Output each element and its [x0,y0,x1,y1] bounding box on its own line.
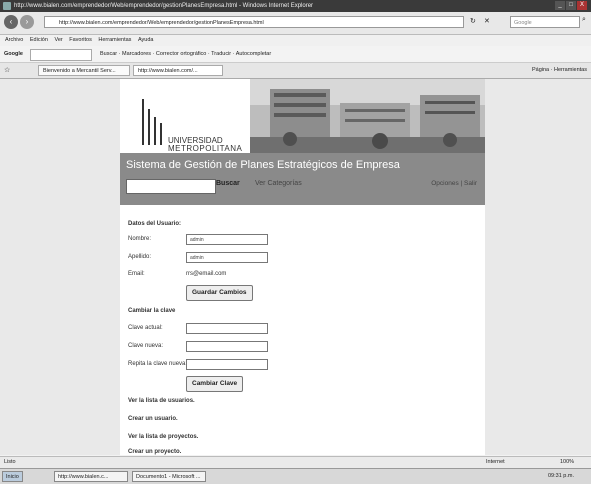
tab-mercantil[interactable]: Bienvenido a Mercantil Serv... [38,65,130,76]
menu-herramientas[interactable]: Herramientas [98,37,131,43]
password-section-title: Cambiar la clave [128,308,176,314]
university-logo-text: UNIVERSIDAD METROPOLITANA [168,137,242,153]
window-title: http://www.bialen.com/emprendedor/Web/em… [14,3,314,9]
forward-icon[interactable]: › [20,15,34,29]
browser-viewport: UNIVERSIDAD METROPOLITANA Sistema de Ges… [0,79,591,455]
taskbar-ie-window[interactable]: http://www.bialen.c... [54,471,128,482]
taskbar-clock: 09:31 p.m. [548,473,574,479]
system-header: Sistema de Gestión de Planes Estratégico… [120,153,485,205]
lastname-label: Apellido: [128,254,152,260]
search-icon[interactable]: ⌕ [582,16,586,24]
favorites-star-icon[interactable]: ☆ [4,63,10,78]
menu-bar: Archivo Edición Ver Favoritos Herramient… [0,35,591,46]
taskbar-word-window[interactable]: Documento1 - Microsoft ... [132,471,206,482]
minimize-button[interactable]: _ [555,1,565,10]
user-data-title: Datos del Usuario: [128,221,182,227]
status-text: Listo [4,459,16,465]
name-field[interactable]: admin [186,234,268,245]
google-toolbar: Google Buscar · Marcadores · Corrector o… [0,46,591,63]
start-button[interactable]: Inicio [2,471,23,482]
name-label: Nombre: [128,236,152,242]
menu-edicion[interactable]: Edición [30,37,48,43]
email-label: Email: [128,271,145,277]
current-password-field[interactable] [186,323,268,334]
header-search-button[interactable]: Buscar [216,180,240,187]
menu-ver[interactable]: Ver [54,37,62,43]
campus-photo [250,79,485,153]
university-banner: UNIVERSIDAD METROPOLITANA [120,79,485,153]
tab-bar: ☆ Bienvenido a Mercantil Serv... http://… [0,63,591,79]
menu-ayuda[interactable]: Ayuda [138,37,154,43]
google-search-input[interactable] [30,49,92,61]
ie-icon [3,2,11,10]
change-password-button[interactable]: Cambiar Clave [186,376,244,392]
menu-favoritos[interactable]: Favoritos [69,37,92,43]
google-tools[interactable]: Buscar · Marcadores · Corrector ortográf… [100,46,271,62]
close-button[interactable]: X [577,1,587,10]
url-input[interactable]: http://www.bialen.com/emprendedor/Web/em… [44,16,464,28]
stop-icon[interactable]: ✕ [484,17,490,25]
logo-line-2: METROPOLITANA [168,144,243,153]
zone-indicator: Internet [486,459,505,465]
university-logo-icon [142,99,162,145]
command-bar[interactable]: Página · Herramientas [532,63,587,78]
create-project-link[interactable]: Crear un proyecto. [128,449,181,455]
repeat-password-field[interactable] [186,359,268,370]
new-password-label: Clave nueva: [128,343,164,349]
maximize-button[interactable]: □ [566,1,576,10]
address-bar: ‹ › http://www.bialen.com/emprendedor/We… [0,12,591,35]
current-password-label: Clave actual: [128,325,163,331]
search-input[interactable]: Google [510,16,580,28]
new-password-field[interactable] [186,341,268,352]
projects-list-link[interactable]: Ver la lista de proyectos. [128,434,198,440]
window-titlebar: http://www.bialen.com/emprendedor/Web/em… [0,0,591,12]
repeat-password-label: Repita la clave nueva: [128,361,188,367]
google-logo: Google [4,51,23,57]
windows-taskbar: Inicio http://www.bialen.c... Documento1… [0,468,591,484]
options-links[interactable]: Opciones | Salir [431,180,477,187]
web-page: UNIVERSIDAD METROPOLITANA Sistema de Ges… [120,79,485,455]
categories-link[interactable]: Ver Categorías [255,180,302,187]
status-bar: Listo Internet 100% [0,456,591,468]
create-user-link[interactable]: Crear un usuario. [128,416,178,422]
page-title: Sistema de Gestión de Planes Estratégico… [126,159,400,171]
refresh-icon[interactable]: ↻ [470,17,476,25]
email-value: rrs@email.com [186,271,227,277]
header-search-input[interactable] [126,179,216,194]
tab-bialen[interactable]: http://www.bialen.com/... [133,65,223,76]
zoom-level[interactable]: 100% [560,457,574,468]
save-changes-button[interactable]: Guardar Cambios [186,285,253,301]
main-content: Datos del Usuario: Nombre: admin Apellid… [120,205,485,455]
menu-archivo[interactable]: Archivo [5,37,23,43]
users-list-link[interactable]: Ver la lista de usuarios. [128,398,195,404]
lastname-field[interactable]: admin [186,252,268,263]
back-icon[interactable]: ‹ [4,15,18,29]
